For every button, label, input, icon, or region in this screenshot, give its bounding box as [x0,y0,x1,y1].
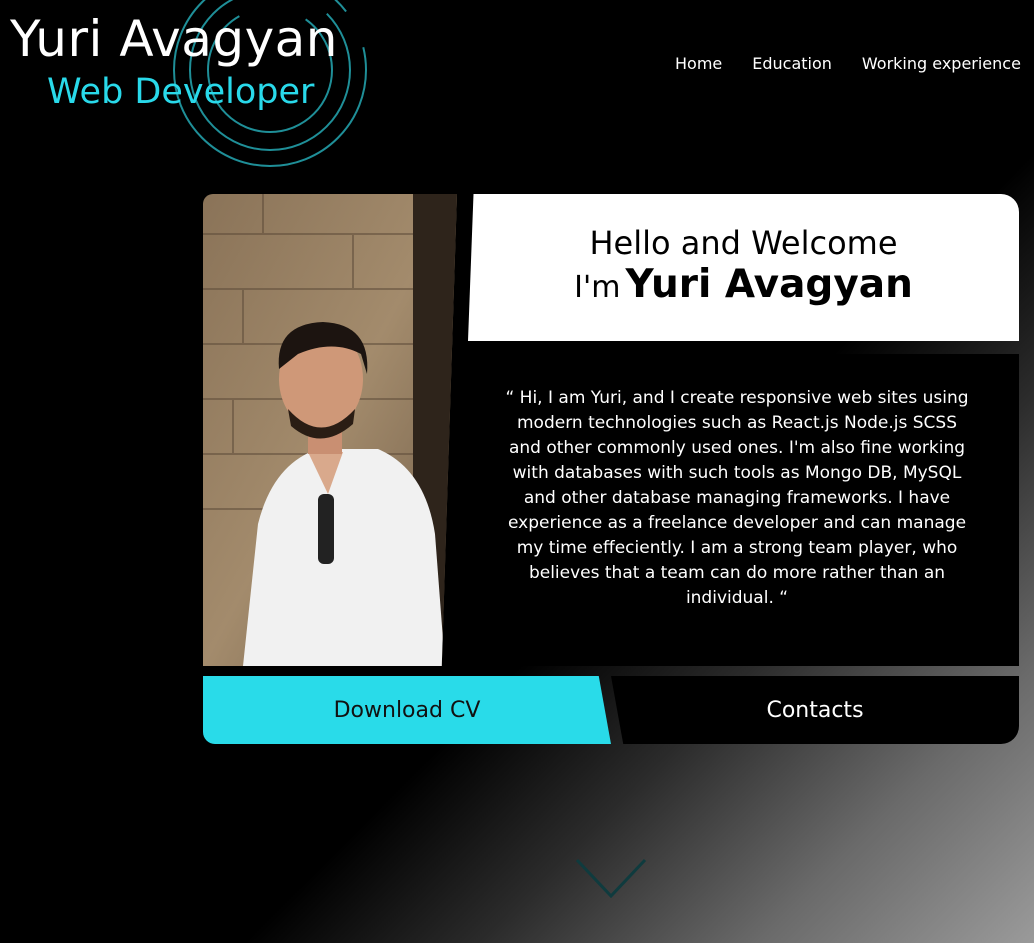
chevron-down-icon[interactable] [575,858,647,898]
download-cv-button[interactable]: Download CV [203,676,611,744]
main-nav: Home Education Working experience [675,54,1021,73]
nav-home[interactable]: Home [675,54,722,73]
profile-photo [203,194,457,666]
intro-prefix: I'm [574,270,621,305]
hero-card: Hello and Welcome I'm Yuri Avagyan “ Hi,… [203,194,1019,744]
profile-photo-illustration [203,194,457,666]
nav-education[interactable]: Education [752,54,832,73]
logo-role: Web Developer [47,72,315,112]
intro-line: I'm Yuri Avagyan [468,262,1019,307]
logo[interactable]: Yuri Avagyan Web Developer [0,0,380,175]
nav-working-experience[interactable]: Working experience [862,54,1021,73]
welcome-heading: Hello and Welcome [589,224,898,262]
contacts-button[interactable]: Contacts [611,676,1019,744]
bio-panel: “ Hi, I am Yuri, and I create responsive… [455,354,1019,666]
intro-name: Yuri Avagyan [625,262,913,307]
welcome-panel: Hello and Welcome I'm Yuri Avagyan [468,194,1019,341]
bio-text: “ Hi, I am Yuri, and I create responsive… [505,388,969,608]
logo-name: Yuri Avagyan [10,10,338,68]
